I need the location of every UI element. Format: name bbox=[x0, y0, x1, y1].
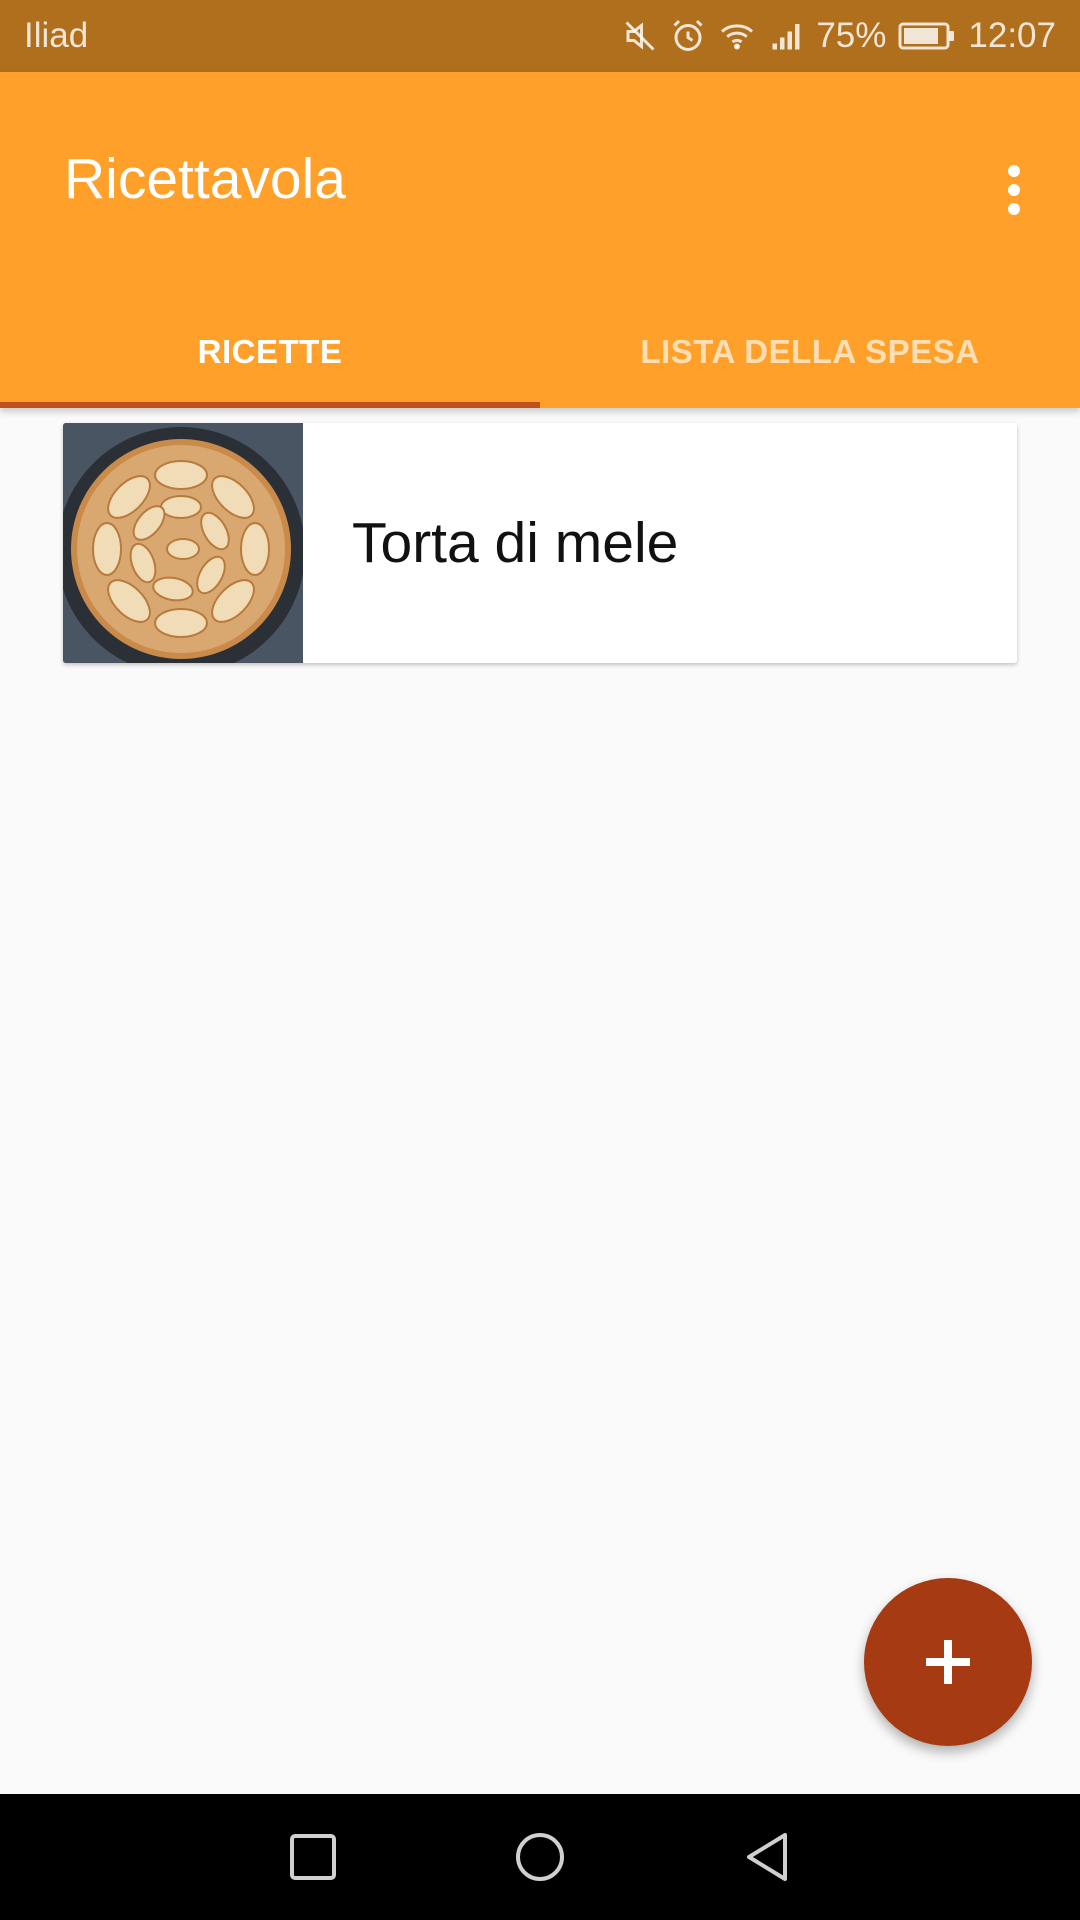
plus-icon bbox=[926, 1640, 970, 1684]
status-bar: Iliad 75% 12:07 bbox=[0, 0, 1080, 72]
recipe-thumbnail bbox=[63, 423, 303, 663]
battery-icon bbox=[898, 21, 956, 51]
navigation-bar bbox=[0, 1794, 1080, 1920]
mute-icon bbox=[622, 18, 658, 54]
more-vert-icon bbox=[1008, 165, 1020, 215]
alarm-icon bbox=[670, 18, 706, 54]
recipe-card[interactable]: Torta di mele bbox=[63, 423, 1017, 663]
home-button[interactable] bbox=[490, 1807, 590, 1907]
clock: 12:07 bbox=[968, 16, 1056, 55]
app-bar: Ricettavola RICETTE LISTA DELLA SPESA bbox=[0, 72, 1080, 408]
add-recipe-button[interactable] bbox=[864, 1578, 1032, 1746]
carrier-label: Iliad bbox=[24, 16, 89, 55]
tab-bar: RICETTE LISTA DELLA SPESA bbox=[0, 296, 1080, 408]
tab-ricette[interactable]: RICETTE bbox=[0, 296, 540, 408]
app-title: Ricettavola bbox=[64, 147, 346, 211]
recents-button[interactable] bbox=[263, 1807, 363, 1907]
battery-percent: 75% bbox=[816, 16, 887, 55]
more-options-button[interactable] bbox=[990, 154, 1038, 226]
back-icon bbox=[746, 1833, 787, 1881]
recipe-name: Torta di mele bbox=[352, 511, 679, 575]
recents-icon bbox=[290, 1834, 337, 1880]
back-button[interactable] bbox=[717, 1807, 817, 1907]
tab-lista-della-spesa[interactable]: LISTA DELLA SPESA bbox=[540, 296, 1080, 408]
wifi-icon bbox=[718, 18, 756, 54]
home-icon bbox=[515, 1833, 564, 1881]
signal-icon bbox=[768, 18, 804, 54]
status-icons: 75% 12:07 bbox=[622, 16, 1056, 56]
